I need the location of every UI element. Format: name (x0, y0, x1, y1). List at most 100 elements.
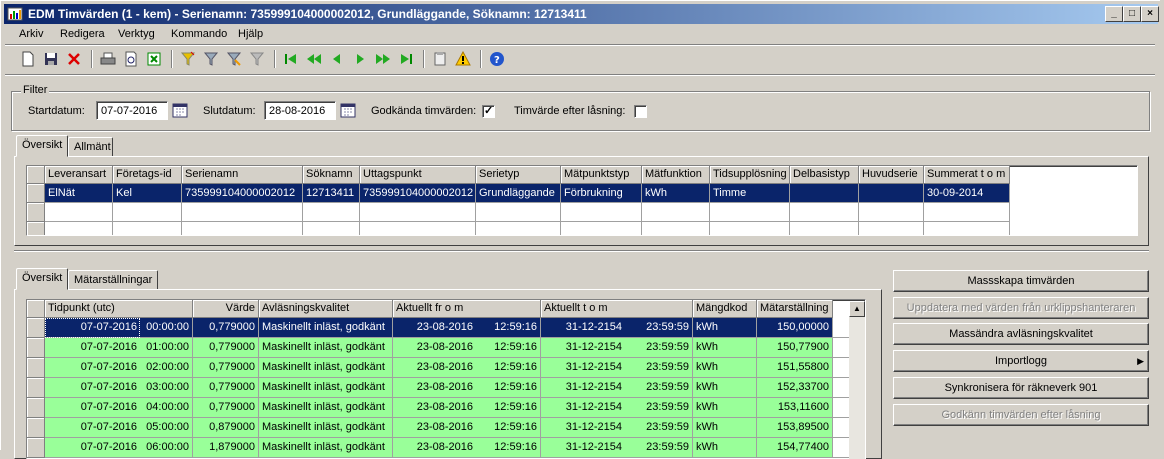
table-cell[interactable]: 31-12-2154 (541, 378, 625, 398)
action-button[interactable]: Uppdatera med värden från urklippshanter… (893, 297, 1149, 319)
table-cell[interactable] (303, 203, 360, 222)
column-header[interactable]: Mätarställning (757, 300, 833, 318)
advanced-filter-icon[interactable] (223, 48, 245, 70)
last-record-icon[interactable] (395, 48, 417, 70)
table-cell[interactable] (924, 203, 1010, 222)
table-cell[interactable]: 12:59:16 (476, 318, 541, 338)
row-selector[interactable] (27, 358, 45, 378)
table-cell[interactable]: 31-12-2154 (541, 438, 625, 458)
row-selector[interactable] (27, 338, 45, 358)
table-cell[interactable]: 01:00:00 (140, 338, 193, 358)
remove-filter-icon[interactable] (246, 48, 268, 70)
value-after-lock-checkbox[interactable] (634, 105, 647, 118)
table-cell[interactable]: 12:59:16 (476, 378, 541, 398)
table-cell[interactable]: 05:00:00 (140, 418, 193, 438)
table-cell[interactable]: kWh (693, 358, 757, 378)
table-cell[interactable] (859, 222, 924, 235)
table-cell[interactable]: 30-09-2014 (924, 184, 1010, 203)
title-bar[interactable]: EDM Timvärden (1 - kem) - Serienamn: 735… (4, 4, 1159, 24)
column-header[interactable]: Summerat t o m (924, 166, 1010, 184)
first-record-icon[interactable] (280, 48, 302, 70)
table-cell[interactable]: 12:59:16 (476, 418, 541, 438)
next-page-icon[interactable] (372, 48, 394, 70)
table-cell[interactable]: 23:59:59 (625, 418, 693, 438)
save-icon[interactable] (40, 48, 62, 70)
close-button[interactable]: × (1141, 6, 1159, 22)
table-cell[interactable]: 12:59:16 (476, 338, 541, 358)
document-handling-icon[interactable] (429, 48, 451, 70)
table-cell[interactable]: 154,77400 (757, 438, 833, 458)
table-cell[interactable]: 00:00:00 (140, 318, 193, 338)
table-cell[interactable] (790, 222, 859, 235)
table-cell[interactable]: 153,11600 (757, 398, 833, 418)
column-header[interactable]: Delbasistyp (790, 166, 859, 184)
table-cell[interactable]: Förbrukning (561, 184, 642, 203)
grid-corner[interactable] (27, 300, 45, 318)
print-preview-icon[interactable] (120, 48, 142, 70)
tab-matarstallningar[interactable]: Mätarställningar (68, 270, 158, 290)
table-cell[interactable] (642, 203, 710, 222)
row-selector[interactable] (27, 318, 45, 338)
column-header[interactable]: Företags-id (113, 166, 182, 184)
column-header[interactable]: Värde (193, 300, 259, 318)
table-cell[interactable]: Maskinellt inläst, godkänt (259, 338, 393, 358)
action-button[interactable]: Godkänn timvärden efter låsning (893, 404, 1149, 426)
table-cell[interactable] (790, 203, 859, 222)
export-excel-icon[interactable] (143, 48, 165, 70)
table-cell[interactable] (859, 184, 924, 203)
table-cell[interactable]: 23:59:59 (625, 398, 693, 418)
menu-arkiv[interactable]: Arkiv (19, 28, 43, 40)
tab-oversikt-lower[interactable]: Översikt (16, 268, 68, 290)
table-cell[interactable] (45, 203, 113, 222)
table-cell[interactable]: 0,779000 (193, 358, 259, 378)
alert-icon[interactable] (452, 48, 474, 70)
menu-verktyg[interactable]: Verktyg (118, 28, 155, 40)
table-cell[interactable]: 07-07-2016 (45, 378, 140, 398)
table-cell[interactable]: Maskinellt inläst, godkänt (259, 398, 393, 418)
vertical-scrollbar[interactable]: ▲ (849, 301, 865, 459)
table-cell[interactable]: 31-12-2154 (541, 338, 625, 358)
table-cell[interactable] (303, 222, 360, 235)
table-cell[interactable] (561, 203, 642, 222)
table-cell[interactable] (182, 222, 303, 235)
column-header[interactable]: Söknamn (303, 166, 360, 184)
table-cell[interactable]: 06:00:00 (140, 438, 193, 458)
scroll-up-icon[interactable]: ▲ (849, 301, 865, 317)
grid-corner[interactable] (27, 166, 45, 184)
table-cell[interactable]: 31-12-2154 (541, 318, 625, 338)
column-header[interactable]: Aktuellt fr o m (393, 300, 541, 318)
action-button[interactable]: Synkronisera för räkneverk 901 (893, 377, 1149, 399)
action-button[interactable]: Massskapa timvärden (893, 270, 1149, 292)
action-button[interactable]: Importlogg ▶ (893, 350, 1149, 372)
column-header[interactable]: Mätfunktion (642, 166, 710, 184)
table-cell[interactable]: 02:00:00 (140, 358, 193, 378)
filter-icon[interactable] (200, 48, 222, 70)
table-cell[interactable]: 0,879000 (193, 418, 259, 438)
table-cell[interactable] (113, 222, 182, 235)
table-cell[interactable] (182, 203, 303, 222)
new-document-icon[interactable] (17, 48, 39, 70)
calendar-icon[interactable] (340, 102, 356, 118)
row-selector[interactable] (27, 438, 45, 458)
print-icon[interactable] (97, 48, 119, 70)
table-cell[interactable]: Kel (113, 184, 182, 203)
table-cell[interactable]: 03:00:00 (140, 378, 193, 398)
table-cell[interactable]: 23:59:59 (625, 318, 693, 338)
table-cell[interactable]: 152,33700 (757, 378, 833, 398)
table-cell[interactable]: 23:59:59 (625, 378, 693, 398)
delete-icon[interactable] (63, 48, 85, 70)
action-button[interactable]: Massändra avläsningskvalitet (893, 323, 1149, 345)
table-cell[interactable]: Maskinellt inläst, godkänt (259, 438, 393, 458)
filter-by-selection-icon[interactable] (177, 48, 199, 70)
approved-values-checkbox[interactable]: ✓ (482, 105, 495, 118)
table-cell[interactable]: 07-07-2016 (45, 398, 140, 418)
table-cell[interactable]: Maskinellt inläst, godkänt (259, 358, 393, 378)
table-cell[interactable]: 23-08-2016 (393, 418, 476, 438)
calendar-icon[interactable] (172, 102, 188, 118)
help-icon[interactable]: ? (486, 48, 508, 70)
row-selector[interactable] (27, 418, 45, 438)
column-header[interactable]: Tidpunkt (utc) (45, 300, 193, 318)
end-date-field[interactable] (264, 101, 336, 120)
table-cell[interactable]: 07-07-2016 (45, 358, 140, 378)
table-cell[interactable]: 12:59:16 (476, 358, 541, 378)
